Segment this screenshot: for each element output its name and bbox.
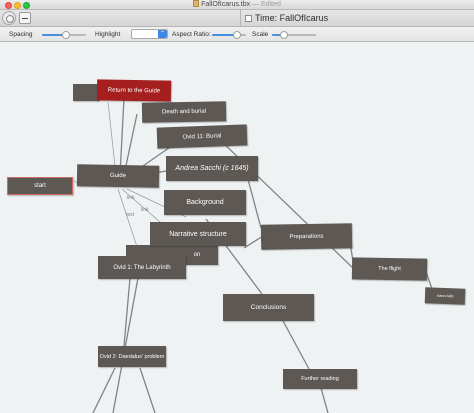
note-ovid-burial[interactable]: Ovid 11: Burial [156,124,248,149]
link-guide-return [119,97,125,176]
toolbar: Time: FallOfIcarus [0,10,474,27]
note-label: Conclusions [250,304,287,311]
timeline-title: Time: FallOfIcarus [245,10,328,27]
window-title-text: FallOfIcarus.tbx [201,1,251,8]
note-the-flight[interactable]: The flight [351,257,428,281]
app-window: FallOfIcarus.tbx — Edited Time: FallOfIc… [0,0,474,413]
spacing-label: Spacing [9,31,33,38]
note-label: Preparations [289,233,324,240]
note-label: Guide [109,172,127,180]
scale-slider[interactable] [272,31,316,39]
document-icon [193,0,200,7]
note-start[interactable]: start [7,177,73,195]
link-conclusions-further-reading [281,318,310,370]
scale-label: Scale [252,31,269,38]
map-controls: Spacing Highlight ⌃ Aspect Ratio: Scale [0,27,474,42]
note-further-reading[interactable]: Further reading [283,369,357,389]
note-label: Icarus falls [436,293,454,299]
note-label: start [34,183,46,189]
note-label: Further reading [301,376,339,382]
link-daedalus-down-2 [139,367,156,413]
edge-label: text [126,212,135,218]
window-title: FallOfIcarus.tbx — Edited [0,0,474,10]
note-label: The flight [378,265,401,273]
highlight-select[interactable]: ⌃ [131,29,168,39]
note-label: Ovid 11: Burial [182,132,222,141]
note-preparations[interactable]: Preparations [260,223,353,250]
note-narrative-structure[interactable]: Narrative structure [150,222,246,246]
edge-label: link [141,207,149,213]
edge-label: link [127,195,135,201]
timeline-view-button[interactable] [2,11,16,25]
link-daedalus-down [92,367,116,413]
note-ovid-daedalus[interactable]: Ovid 2: Daedalus' problem [98,346,166,367]
edited-status: — Edited [252,1,281,8]
note-background[interactable]: Background [164,190,246,215]
note-return-to-guide[interactable]: Return to the Guide [96,79,172,102]
link-further-reading-down [320,387,329,413]
note-label: Narrative structure [169,230,227,238]
note-conclusions[interactable]: Conclusions [223,294,314,321]
note-label: Background [186,199,224,206]
note-hidden-behind[interactable] [73,84,99,101]
aspect-ratio-slider[interactable] [212,31,246,39]
timeline-icon [245,15,252,22]
title-bar: FallOfIcarus.tbx — Edited [0,0,474,10]
collapse-button[interactable] [19,12,31,24]
chevron-updown-icon: ⌃ [158,30,167,38]
toolbar-divider [240,10,241,27]
timeline-title-text: Time: FallOfIcarus [255,13,329,23]
note-label: Ovid 2: Daedalus' problem [99,353,165,360]
scale-slider-knob[interactable] [280,31,288,39]
spacing-slider-knob[interactable] [62,31,70,39]
highlight-label: Highlight [95,31,121,38]
note-icarus-falls[interactable]: Icarus falls [424,287,466,305]
aspect-ratio-label: Aspect Ratio: [172,31,211,38]
note-ovid-labyrinth[interactable]: Ovid 1: The Labyrinth [98,256,186,279]
note-label: Andrea Sacchi (c 1645) [175,165,249,172]
note-label: Death and burial [161,108,207,116]
note-death-and-burial[interactable]: Death and burial [141,101,227,123]
map-canvas[interactable]: link link text Death and burial Return t… [0,42,474,413]
note-guide[interactable]: Guide [76,164,160,188]
note-andrea-sacchi[interactable]: Andrea Sacchi (c 1645) [166,156,258,181]
note-label: Return to the Guide [107,87,161,94]
spacing-slider[interactable] [42,31,86,39]
note-label: Ovid 1: The Labyrinth [113,264,171,271]
aspect-ratio-slider-knob[interactable] [233,31,241,39]
